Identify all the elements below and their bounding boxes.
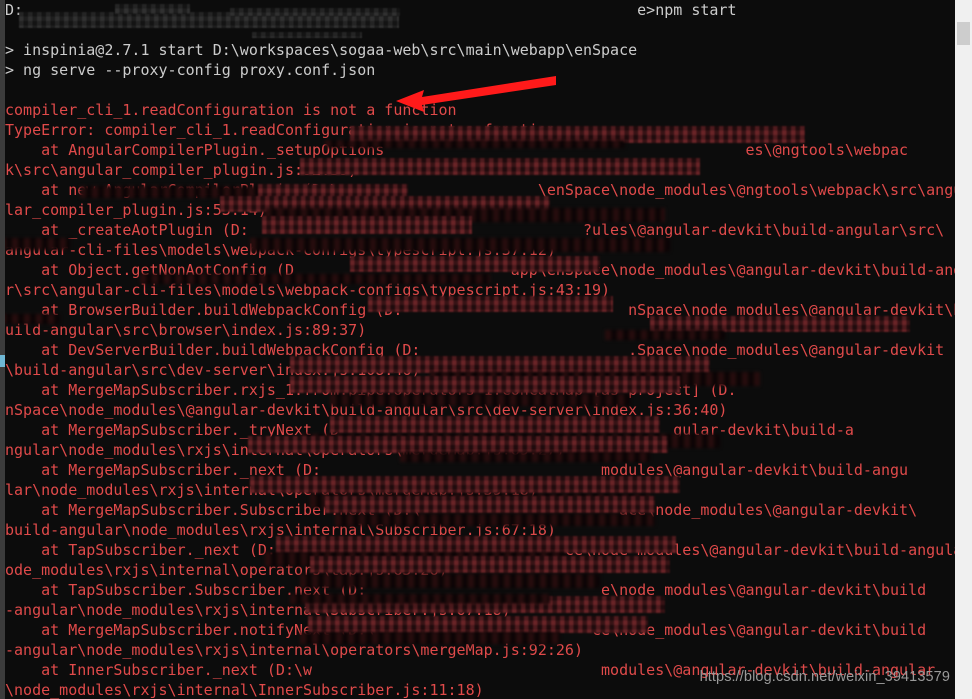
console-line: at DevServerBuilder.buildWebpackConfig (… bbox=[5, 341, 945, 359]
vertical-scrollbar-track[interactable] bbox=[955, 0, 972, 699]
console-line: angular-cli-files\models\webpack-configs… bbox=[5, 241, 556, 259]
console-line: \build-angular\src\dev-server\index.js:1… bbox=[5, 361, 421, 379]
console-line: at MergeMapSubscriber._next (D: modules\… bbox=[5, 461, 909, 479]
console-line: D: e>npm start bbox=[5, 1, 737, 19]
csdn-watermark: https://blog.csdn.net/weixin_39413579 bbox=[699, 669, 950, 685]
console-line: -angular\node_modules\rxjs\internal\oper… bbox=[5, 641, 583, 659]
console-line: at AngularCompilerPlugin._setupOptions e… bbox=[5, 141, 909, 159]
vertical-scrollbar-thumb[interactable] bbox=[957, 22, 970, 45]
left-gutter-marker bbox=[0, 355, 5, 367]
console-line: lar_compiler_plugin.js:53:14) bbox=[5, 201, 267, 219]
console-line: at Object.getNonAotConfig (D app\enSpace… bbox=[5, 261, 955, 279]
console-line: ode_modules\rxjs\internal\operators\tap.… bbox=[5, 561, 448, 579]
console-line: k\src\angular_compiler_plugin.js:92:39) bbox=[5, 161, 358, 179]
console-line: at TapSubscriber.Subscriber.next (D: e\n… bbox=[5, 581, 927, 599]
console-line: at _createAotPlugin (D: ?ules\@angular-d… bbox=[5, 221, 945, 239]
console-line: r\src\angular-cli-files\models\webpack-c… bbox=[5, 281, 611, 299]
console-line: > inspinia@2.7.1 start D:\workspaces\sog… bbox=[5, 41, 638, 59]
console-line: -angular\node_modules\rxjs\internal\Subs… bbox=[5, 601, 511, 619]
terminal-window: D: e>npm start > inspinia@2.7.1 start D:\… bbox=[0, 0, 972, 699]
console-line: at MergeMapSubscriber.Subscriber.next (D… bbox=[5, 501, 918, 519]
console-line: nSpace\node_modules\@angular-devkit\buil… bbox=[5, 401, 728, 419]
console-line: at TapSubscriber._next (D: ce\node_modul… bbox=[5, 541, 955, 559]
console-line: at new AngularCompilerPlugin (D:\ \enSpa… bbox=[5, 181, 955, 199]
console-line: at MergeMapSubscriber._tryNext (D gular-… bbox=[5, 421, 854, 439]
left-gutter-rail bbox=[0, 0, 5, 699]
console-line: uild-angular\src\browser\index.js:89:37) bbox=[5, 321, 367, 339]
console-line: at MergeMapSubscriber.rxjs_1.from.pipe.o… bbox=[41, 381, 737, 399]
console-line: at BrowserBuilder.buildWebpackConfig (D:… bbox=[5, 301, 955, 319]
console-line: at MergeMapSubscriber.notifyNext (D:\ ce… bbox=[5, 621, 927, 639]
console-line: TypeError: compiler_cli_1.readConfigurat… bbox=[5, 121, 556, 139]
console-line: build-angular\node_modules\rxjs\internal… bbox=[5, 521, 556, 539]
console-line: lar\node_modules\rxjs\internal\operators… bbox=[5, 481, 538, 499]
console-line: ngular\node_modules\rxjs\internal\operat… bbox=[5, 441, 565, 459]
red-arrow-annotation-icon bbox=[396, 76, 556, 112]
